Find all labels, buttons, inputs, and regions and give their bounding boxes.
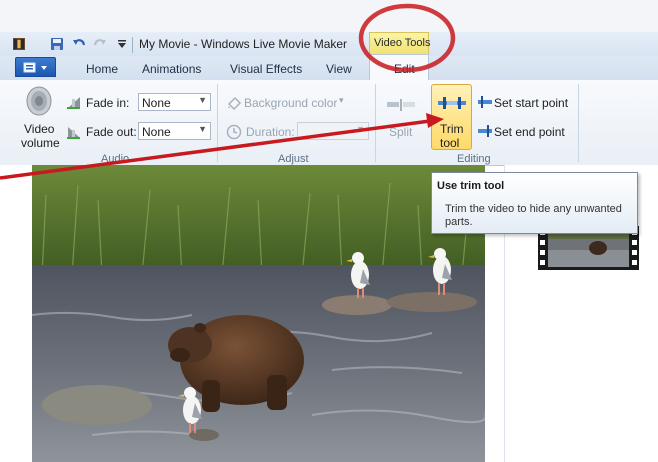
annotation-overlay [0, 3, 456, 180]
annotation-arrowhead [426, 113, 444, 128]
annotation-circle [358, 3, 456, 73]
annotation-arrow-line [0, 119, 431, 180]
